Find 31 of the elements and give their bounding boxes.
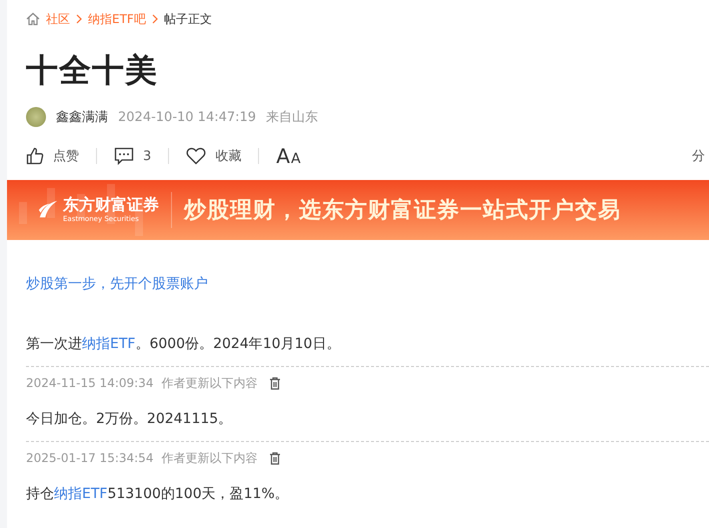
- update-time: 2025-01-17 15:34:54: [26, 450, 154, 466]
- thumbs-up-icon: [26, 147, 44, 165]
- post-title: 十全十美: [26, 50, 159, 90]
- stock-link[interactable]: 纳指ETF: [54, 486, 108, 502]
- comment-button[interactable]: 3: [114, 147, 152, 165]
- author-name[interactable]: 鑫鑫满满: [56, 108, 108, 126]
- post-location: 来自山东: [266, 109, 318, 126]
- banner-slogan: 炒股理财，选东方财富证券一站式开户交易: [184, 196, 621, 225]
- post-paragraph: 第一次进纳指ETF。6000份。2024年10月10日。: [26, 335, 342, 354]
- trash-icon[interactable]: [269, 452, 282, 464]
- avatar[interactable]: [26, 107, 46, 127]
- chevron-icon: [76, 14, 82, 24]
- like-button[interactable]: 点赞: [26, 147, 79, 165]
- post-time: 2024-10-10 14:47:19: [118, 110, 256, 124]
- font-size-button[interactable]: AA: [276, 144, 301, 168]
- update-note: 作者更新以下内容: [161, 450, 258, 466]
- update-time: 2024-11-15 14:09:34: [26, 375, 154, 391]
- favorite-button[interactable]: 收藏: [186, 147, 242, 165]
- brand-name: 东方财富证券: [63, 196, 159, 214]
- update-paragraph: 今日加仓。2万份。20241115。: [26, 410, 234, 429]
- share-button[interactable]: 分: [692, 147, 705, 165]
- update-note: 作者更新以下内容: [161, 375, 258, 391]
- home-icon[interactable]: [26, 12, 40, 26]
- chevron-icon: [152, 14, 158, 24]
- stock-link[interactable]: 纳指ETF: [82, 336, 136, 352]
- heart-icon: [186, 147, 206, 165]
- trash-icon[interactable]: [269, 376, 282, 390]
- update-paragraph: 持仓纳指ETF513100的100天，盈11%。: [26, 485, 290, 504]
- breadcrumb-current: 帖子正文: [164, 10, 212, 28]
- promo-link[interactable]: 炒股第一步，先开个股票账户: [26, 274, 709, 294]
- comment-icon: [114, 147, 134, 165]
